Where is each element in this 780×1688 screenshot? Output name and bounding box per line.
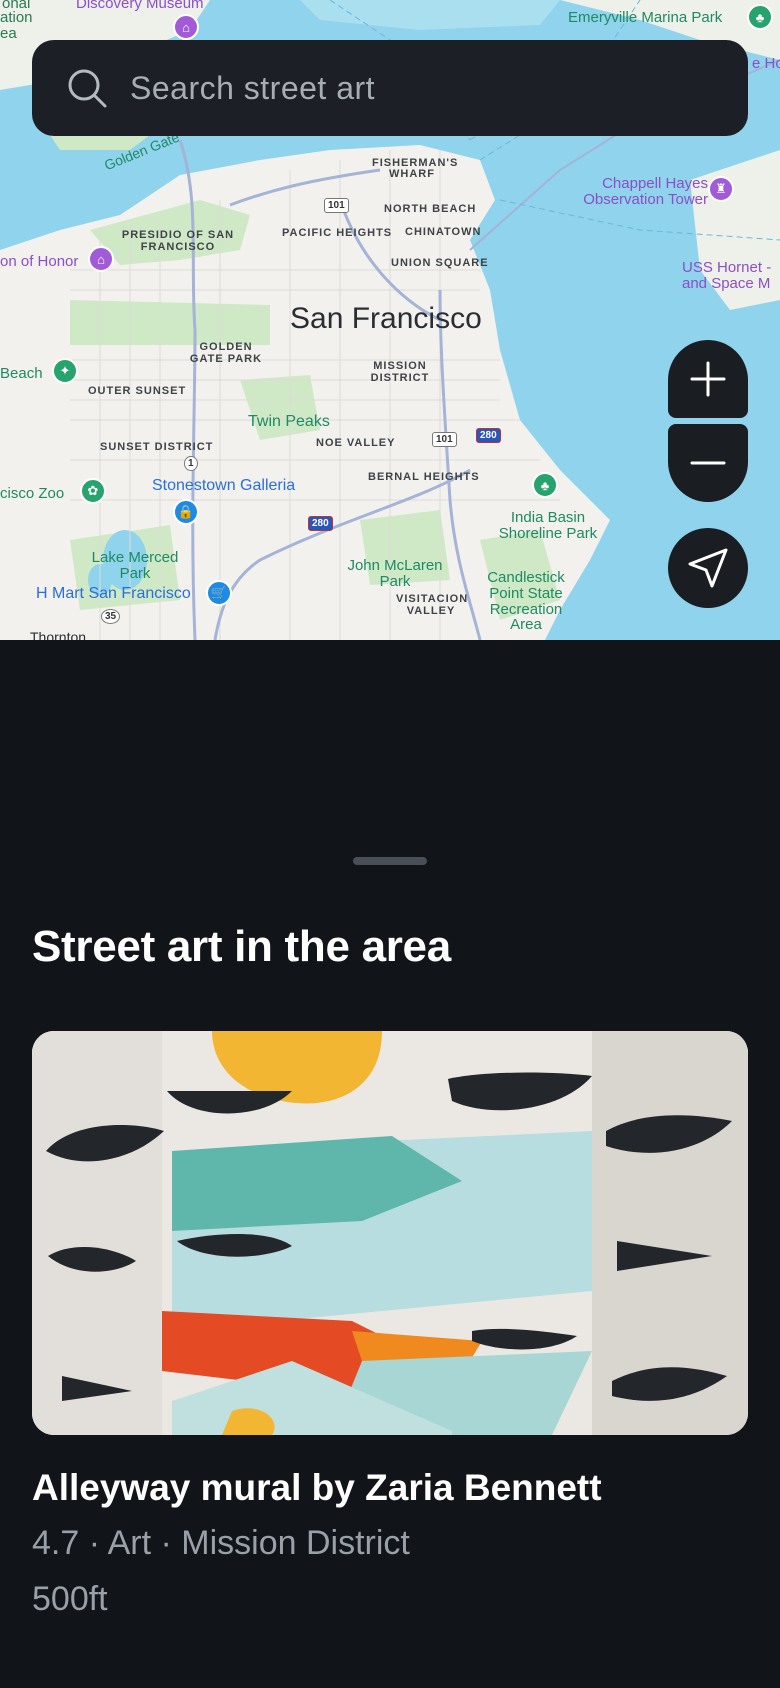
map-label-north-beach: NORTH BEACH <box>384 203 477 215</box>
park-icon[interactable]: ♣ <box>747 4 773 30</box>
map-label-sunset: SUNSET DISTRICT <box>100 441 214 453</box>
art-card-title[interactable]: Alleyway mural by Zaria Bennett <box>32 1467 602 1509</box>
map-label-bernal: BERNAL HEIGHTS <box>368 471 480 483</box>
shopping-icon[interactable]: 🔒 <box>173 499 199 525</box>
map-label-chappell: Chappell Hayes Observation Tower <box>583 175 708 208</box>
beach-icon[interactable]: ✦ <box>52 358 78 384</box>
art-card-image[interactable] <box>32 1031 748 1435</box>
map-label-noe-valley: NOE VALLEY <box>316 437 396 449</box>
highway-101-shield: 101 <box>324 198 349 213</box>
map-label-partial-top2: ation <box>0 9 33 26</box>
map-label-discovery: Discovery Museum <box>76 0 204 12</box>
map-label-hmart: H Mart San Francisco <box>36 585 191 602</box>
cart-icon[interactable]: 🛒 <box>206 580 232 606</box>
map-label-emeryville: Emeryville Marina Park <box>568 9 723 26</box>
map-label-golden-gate-park: GOLDEN GATE PARK <box>189 341 263 365</box>
zoom-out-button[interactable] <box>668 424 748 502</box>
map-label-thornton: Thornton <box>30 629 87 640</box>
sheet-drag-handle[interactable] <box>353 857 427 865</box>
search-placeholder: Search street art <box>130 69 376 106</box>
map-label-lake-merced: Lake Merced Park <box>91 549 179 582</box>
zoom-in-button[interactable] <box>668 340 748 418</box>
map-label-beach: Beach <box>0 365 43 382</box>
map-label-india-basin: India Basin Shoreline Park <box>498 509 598 542</box>
map-label-legion: on of Honor <box>0 253 79 270</box>
route-35-shield: 35 <box>101 609 121 624</box>
park-icon[interactable]: ♣ <box>532 472 558 498</box>
mural-image <box>32 1031 748 1435</box>
map-label-partial-top3: ea <box>0 25 17 42</box>
map-label-twin-peaks: Twin Peaks <box>248 413 330 430</box>
map-label-visitacion: VISITACION VALLEY <box>396 593 469 617</box>
art-card-meta: 4.7 · Art · Mission District <box>32 1524 410 1562</box>
minus-icon <box>690 461 726 465</box>
map-label-zoo: cisco Zoo <box>0 485 65 502</box>
map-label-john-mclaren: John McLaren Park <box>347 557 443 590</box>
museum-icon[interactable]: ⌂ <box>173 14 199 40</box>
search-input[interactable]: Search street art <box>32 40 748 136</box>
map-label-uss-hornet: USS Hornet - and Space M <box>682 259 772 292</box>
my-location-button[interactable] <box>668 528 748 608</box>
sheet-title: Street art in the area <box>32 922 451 971</box>
map-label-union-square: UNION SQUARE <box>391 257 489 269</box>
map-label-chinatown: CHINATOWN <box>405 226 482 238</box>
highway-101-shield: 101 <box>432 432 457 447</box>
map-label-city: San Francisco <box>290 302 482 335</box>
map-label-presidio: PRESIDIO OF SAN FRANCISCO <box>121 229 235 253</box>
map-label-outer-sunset: OUTER SUNSET <box>88 385 187 397</box>
map-label-pacific-heights: PACIFIC HEIGHTS <box>282 227 393 239</box>
museum-icon[interactable]: ⌂ <box>88 246 114 272</box>
art-card-distance: 500ft <box>32 1580 108 1618</box>
map-label-candlestick: Candlestick Point State Recreation Area <box>487 569 565 634</box>
map-label-stonestown: Stonestown Galleria <box>152 477 296 494</box>
map-label-mission: MISSION DISTRICT <box>370 360 430 384</box>
map-label-partial-right: e Ho <box>752 55 780 72</box>
interstate-280-shield: 280 <box>476 428 501 443</box>
navigation-arrow-icon <box>688 548 728 588</box>
plus-icon <box>690 361 726 397</box>
landmark-icon[interactable]: ♜ <box>708 176 734 202</box>
zoo-icon[interactable]: ✿ <box>80 478 106 504</box>
map-label-fishermans: FISHERMAN'S WHARF <box>372 157 459 180</box>
search-icon <box>68 69 107 108</box>
route-1-shield: 1 <box>184 456 198 471</box>
interstate-280-shield: 280 <box>308 516 333 531</box>
